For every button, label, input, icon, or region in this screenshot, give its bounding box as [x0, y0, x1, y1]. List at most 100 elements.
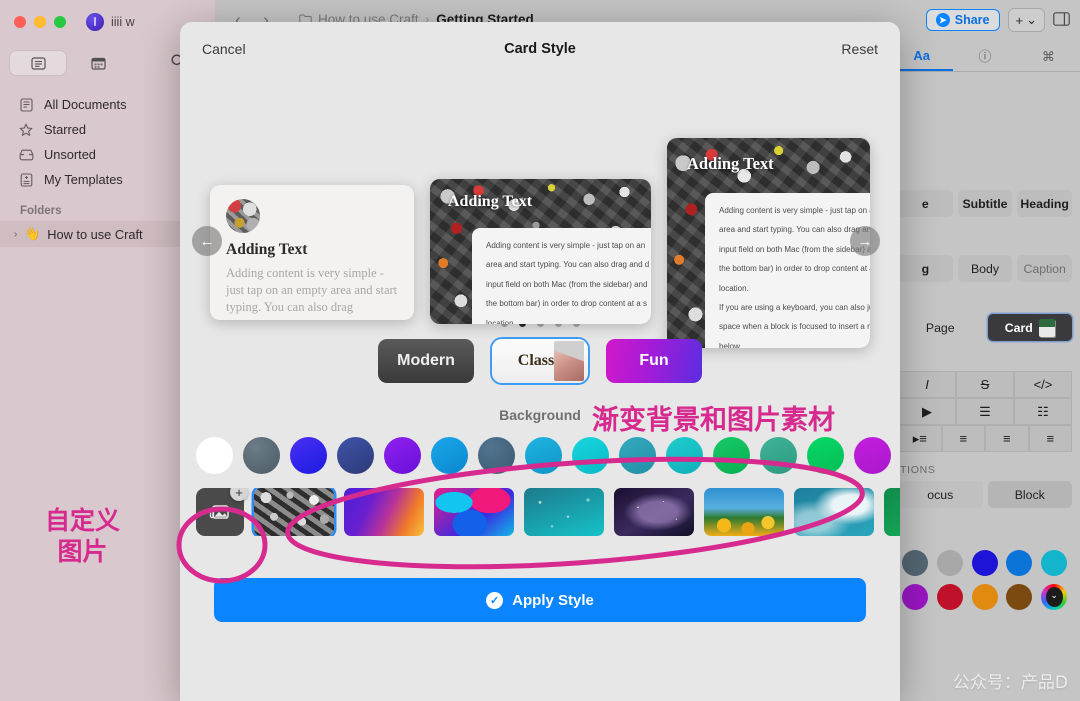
sidebar-item-label: Starred [44, 122, 86, 137]
card-paragraph: input field on both Mac (from the sideba… [719, 244, 870, 254]
carousel-prev-button[interactable]: ← [192, 226, 222, 256]
card-preview-center[interactable]: Adding Text Adding content is very simpl… [430, 179, 651, 324]
document-icon [30, 56, 46, 70]
align-right-button[interactable]: ≡ [1028, 425, 1072, 452]
swatch-green[interactable] [713, 437, 750, 474]
card-preview-right[interactable]: Adding Text Adding content is very simpl… [667, 138, 870, 348]
inspector-toolbar: ➤ Share + ⌄ [890, 0, 1080, 40]
text-style-caption[interactable]: Caption [1017, 255, 1072, 282]
style-fun-button[interactable]: Fun [606, 339, 702, 383]
palette-azure[interactable] [1006, 550, 1033, 576]
swatch-teal[interactable] [619, 437, 656, 474]
thumb-stickers[interactable] [254, 488, 334, 536]
account-chip[interactable]: iiii w [86, 13, 135, 31]
swatch-cyan-blue[interactable] [525, 437, 562, 474]
palette-slate[interactable] [902, 550, 928, 576]
apply-style-button[interactable]: ✓ Apply Style [214, 578, 866, 622]
swatch-emerald[interactable] [807, 437, 844, 474]
palette-red[interactable] [936, 584, 963, 610]
thumb-paint-pink[interactable] [434, 488, 514, 536]
carousel-next-button[interactable]: → [850, 226, 880, 256]
background-label: Background [499, 407, 581, 423]
share-button[interactable]: ➤ Share [925, 9, 1000, 31]
thumb-teal-bokeh[interactable] [524, 488, 604, 536]
chevron-down-icon: ⌄ [1026, 12, 1037, 27]
swatch-turquoise[interactable] [666, 437, 703, 474]
swatch-blue-violet[interactable] [290, 437, 327, 474]
thumb-green-edge[interactable] [884, 488, 900, 536]
numbered-list-button[interactable]: ☷ [1014, 398, 1072, 425]
layout-card-button[interactable]: Card [987, 314, 1072, 341]
palette-cyan[interactable] [1041, 550, 1068, 576]
sidebar-toggle-icon[interactable] [1053, 11, 1070, 29]
text-style-subtitle[interactable]: Subtitle [957, 190, 1013, 217]
image-plus-icon [209, 504, 229, 519]
swatch-sea-green[interactable] [760, 437, 797, 474]
italic-button[interactable]: I [898, 371, 956, 398]
layout-page-button[interactable]: Page [898, 314, 983, 341]
inspector-panel: ➤ Share + ⌄ Aa ⓘ ⌘ e Subtitle Heading g [890, 0, 1080, 701]
style-classy-button[interactable]: Classy [492, 339, 588, 383]
card-paragraph: Adding content is very simple - just tap… [486, 241, 646, 250]
toggle-list-button[interactable]: ▶ [898, 398, 956, 425]
code-button[interactable]: </> [1014, 371, 1072, 398]
strikethrough-button[interactable]: S [956, 371, 1014, 398]
zoom-button[interactable] [54, 16, 66, 28]
layout-row: Page Card [898, 314, 1072, 341]
thumb-gradient-orange[interactable] [344, 488, 424, 536]
add-custom-image-button[interactable]: + [196, 488, 248, 536]
chevron-right-icon[interactable]: › [14, 229, 17, 240]
thumb-sky-clouds[interactable] [794, 488, 874, 536]
star-icon [18, 123, 34, 137]
focus-button[interactable]: ocus [898, 481, 983, 508]
folder-label: How to use Craft [47, 226, 143, 242]
bullet-list-button[interactable]: ☰ [956, 398, 1014, 425]
card-paragraph: the bottom bar) in order to drop content… [486, 299, 647, 309]
background-color-swatches [180, 437, 900, 474]
style-fun-label: Fun [639, 352, 669, 369]
text-style-title[interactable]: e [898, 190, 953, 217]
close-button[interactable] [14, 16, 26, 28]
swatch-slate[interactable] [243, 437, 280, 474]
palette-purple[interactable] [902, 584, 928, 610]
palette-blue[interactable] [971, 550, 998, 576]
swatch-sky[interactable] [431, 437, 468, 474]
palette-brown[interactable] [1006, 584, 1033, 610]
thumb-galaxy[interactable] [614, 488, 694, 536]
swatch-steel[interactable] [478, 437, 515, 474]
indent-button[interactable]: ▸≡ [898, 425, 942, 452]
calendar-view-button[interactable] [70, 51, 126, 75]
block-button[interactable]: Block [987, 481, 1072, 508]
documents-icon [18, 97, 34, 112]
minimize-button[interactable] [34, 16, 46, 28]
swatch-purple[interactable] [384, 437, 421, 474]
swatch-navy[interactable] [337, 437, 374, 474]
card-preview-carousel: ← → Adding Text Adding content is very s… [180, 76, 900, 348]
apply-style-label: Apply Style [512, 591, 594, 609]
swatch-cyan[interactable] [572, 437, 609, 474]
tab-shortcuts[interactable]: ⌘ [1017, 49, 1080, 71]
palette-gray[interactable] [936, 550, 963, 576]
palette-color-wheel[interactable] [1041, 584, 1068, 610]
swatch-magenta[interactable] [854, 437, 891, 474]
text-style-body[interactable]: Body [957, 255, 1013, 282]
user-name: iiii w [111, 15, 135, 29]
thumb-yellow-flowers[interactable] [704, 488, 784, 536]
calendar-icon [90, 57, 106, 70]
card-paragraph: If you are using a keyboard, you can als… [719, 302, 870, 312]
align-center-button[interactable]: ≡ [985, 425, 1029, 452]
card-style-dialog: Cancel Card Style Reset ← → Adding Text … [180, 22, 900, 701]
documents-view-button[interactable] [10, 51, 66, 75]
tab-info[interactable]: ⓘ [953, 46, 1016, 71]
palette-orange[interactable] [971, 584, 998, 610]
dialog-title: Card Style [504, 41, 576, 57]
card-title: Adding Text [448, 193, 533, 210]
add-button[interactable]: + ⌄ [1007, 8, 1045, 32]
style-modern-button[interactable]: Modern [378, 339, 474, 383]
align-left-button[interactable]: ≡ [941, 425, 985, 452]
card-content-sheet: Adding content is very simple - just tap… [472, 228, 651, 324]
swatch-white[interactable] [196, 437, 233, 474]
text-style-strong[interactable]: g [898, 255, 953, 282]
card-preview-light[interactable]: Adding Text Adding content is very simpl… [210, 185, 414, 320]
text-style-heading[interactable]: Heading [1017, 190, 1072, 217]
